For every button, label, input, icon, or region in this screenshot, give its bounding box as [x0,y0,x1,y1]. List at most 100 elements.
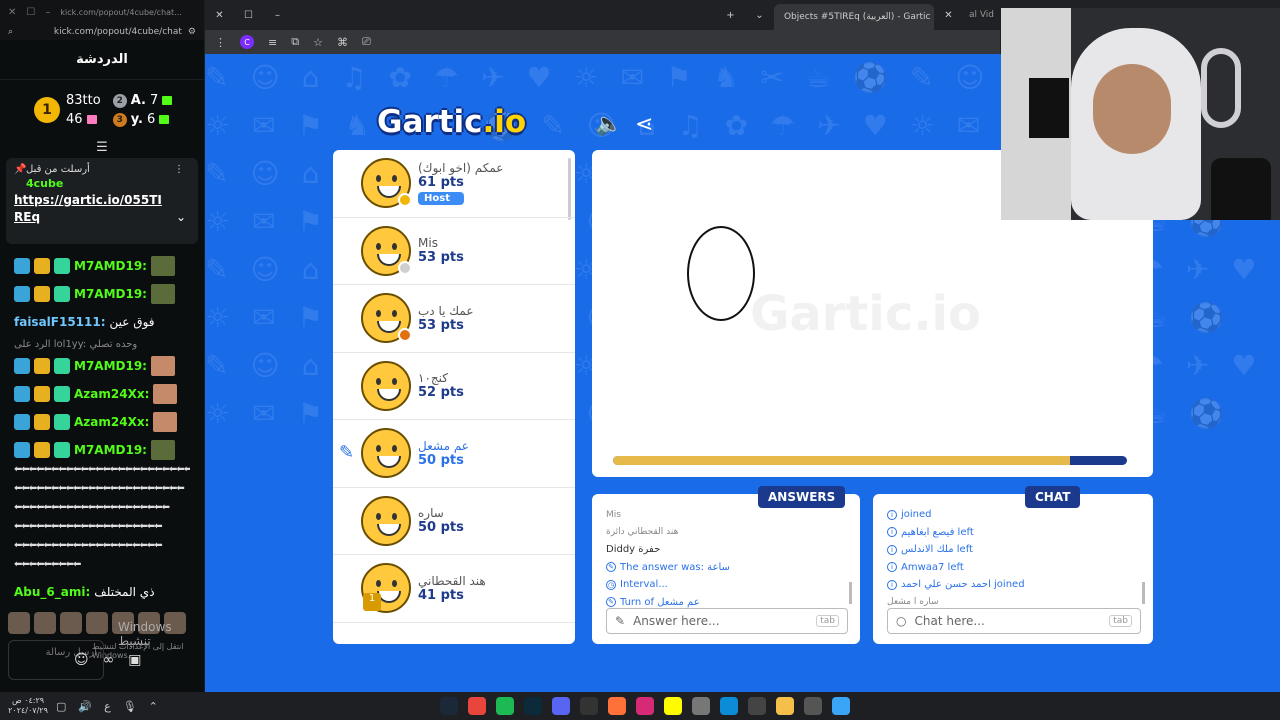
chat-message-text: ذي المختلف [94,585,155,599]
avatar[interactable] [34,612,56,634]
expand-menu-icon[interactable]: ☰ [0,140,204,156]
player-row[interactable]: ساره 50 pts [333,488,575,555]
mic-icon[interactable]: 🎙 [123,700,137,713]
emote-image [153,412,178,432]
media-icon[interactable] [748,697,766,715]
app-icon[interactable] [692,697,710,715]
minimize-icon[interactable]: – [45,7,50,18]
reply-preview[interactable]: الرد على lol1yy: وحده تصلي [14,336,190,352]
infinity-icon[interactable]: ∞ [103,652,115,668]
share-icon[interactable]: ⋖ [635,112,653,137]
tab-gartic[interactable]: Objects #5TIREq (العربية) - Gartic [773,4,934,30]
chat-message[interactable]: Abu_6_ami: ذي المختلف [14,578,190,606]
settings-icon[interactable]: ⚙ [188,27,196,37]
kick-address-bar: ⌕ kick.com/popout/4cube/chat ⚙ [0,24,204,40]
avatar[interactable] [86,612,108,634]
answers-line: Diddy حفرة [606,541,840,559]
new-tab-icon[interactable]: + [716,10,745,21]
volume-icon[interactable]: 🔊 [78,700,92,713]
chat-username[interactable]: M7AMD19: [74,287,147,301]
sound-icon[interactable]: 🔈 [595,112,622,137]
maximize-icon[interactable]: ☐ [234,10,263,21]
crown-badge-icon [34,386,50,402]
chat-message[interactable]: M7AMD19: [14,252,190,280]
gift-box-icon[interactable]: ▣ [128,652,141,668]
player-row[interactable]: عمكم (اخو ابوك) 61 pts Host [333,150,575,218]
player-row[interactable]: عمك يا دب 53 pts [333,285,575,353]
chat-input[interactable]: ○ Chat here... tab [887,608,1141,634]
chat-message[interactable]: faisalF15111: فوق عين [14,308,190,336]
chat-username[interactable]: Abu_6_ami: [14,585,90,599]
player-row[interactable]: Mis 53 pts [333,218,575,285]
chat-message[interactable]: M7AMD19: [14,352,190,380]
rank-three-badge: 3 [112,112,127,127]
chat-message[interactable]: M7AMD19: [14,280,190,308]
player-status-dot [398,193,412,207]
answer-input[interactable]: ✎ Answer here... tab [606,608,848,634]
chat-message[interactable]: Azam24Xx: [14,408,190,436]
player-row[interactable]: 1 هند القحطاني 41 pts [333,555,575,623]
player-row[interactable]: كنج١٠ 52 pts [333,353,575,420]
cast-icon[interactable]: ⎚ [362,35,371,49]
tab-video[interactable]: al Vid [963,10,1000,20]
obs-icon[interactable] [580,697,598,715]
kick-address[interactable]: kick.com/popout/4cube/chat [19,27,182,37]
player-row[interactable]: ✎ عم مشعل 50 pts [333,420,575,488]
instagram-icon[interactable] [636,697,654,715]
pinned-link[interactable]: https://gartic.io/055TIREq [14,192,164,226]
steam-icon[interactable] [440,697,458,715]
search-icon[interactable]: ⌕ [8,27,13,37]
chat-username[interactable]: Azam24Xx: [74,415,149,429]
close-tab-icon[interactable]: ✕ [934,10,963,21]
minimize-icon[interactable]: – [263,10,292,21]
maximize-icon[interactable]: ☐ [26,7,35,18]
subscriber-badge-icon [54,414,70,430]
chat-message[interactable]: M7AMD19: [14,436,190,464]
spotify-icon[interactable] [496,697,514,715]
reading-list-icon[interactable]: ≡ [268,36,277,49]
gartic-logo: Gartic.io [377,104,526,140]
discord-icon[interactable] [552,697,570,715]
kebab-menu-icon[interactable]: ⋮ [174,164,184,175]
tab-key-hint: tab [1109,615,1132,627]
pinned-message[interactable]: 📌 ⋮ أرسلت من قبل 4cube https://gartic.io… [6,158,198,244]
moderator-badge-icon [14,442,30,458]
notification-icon[interactable]: ▢ [56,700,66,713]
chevron-down-icon[interactable]: ⌄ [176,210,186,224]
chat-username[interactable]: M7AMD19: [74,259,147,273]
pinned-user[interactable]: 4cube [26,177,190,190]
snapchat-icon[interactable] [664,697,682,715]
extension-icon[interactable]: C [240,35,254,49]
chevron-up-icon[interactable]: ⌃ [149,700,158,713]
answers-scrollbar[interactable] [849,582,852,604]
close-icon[interactable]: ✕ [8,7,16,18]
avatar[interactable] [8,612,30,634]
kebab-menu-icon[interactable]: ⋮ [215,36,226,49]
language-indicator[interactable]: ع [104,700,111,713]
edge-icon[interactable] [720,697,738,715]
pin-icon[interactable]: 📌 [14,164,26,175]
tab-search-icon[interactable]: ⌄ [745,10,774,21]
emoji-icon[interactable]: ☺ [74,652,89,668]
folder-icon[interactable] [776,697,794,715]
extensions-puzzle-icon[interactable]: ⧉ [291,35,299,49]
chat-username[interactable]: M7AMD19: [74,443,147,457]
windows-start-icon[interactable] [832,697,850,715]
translate-icon[interactable]: ⌘ [337,36,348,49]
terminal-icon[interactable] [524,697,542,715]
chat-message[interactable]: Azam24Xx: [14,380,190,408]
avatar[interactable] [60,612,82,634]
star-icon[interactable]: ☆ [313,36,323,49]
chat-username[interactable]: M7AMD19: [74,359,147,373]
taskbar-clock[interactable]: ٠٤:٢٩ ص ٢٠٢٤/٠٧/٢٩ [8,696,48,716]
chrome-icon[interactable] [468,697,486,715]
close-icon[interactable]: ✕ [205,10,234,21]
leaderboard-third-amount: 6 [146,112,156,127]
chat-username[interactable]: Azam24Xx: [74,387,149,401]
firefox-icon[interactable] [608,697,626,715]
chat-scrollbar[interactable] [1142,582,1145,604]
chat-username[interactable]: faisalF15111: [14,315,106,329]
host-badge: Host [418,192,464,206]
app-icon[interactable] [804,697,822,715]
answers-line: ✎ The answer was: ساعة [606,559,840,577]
